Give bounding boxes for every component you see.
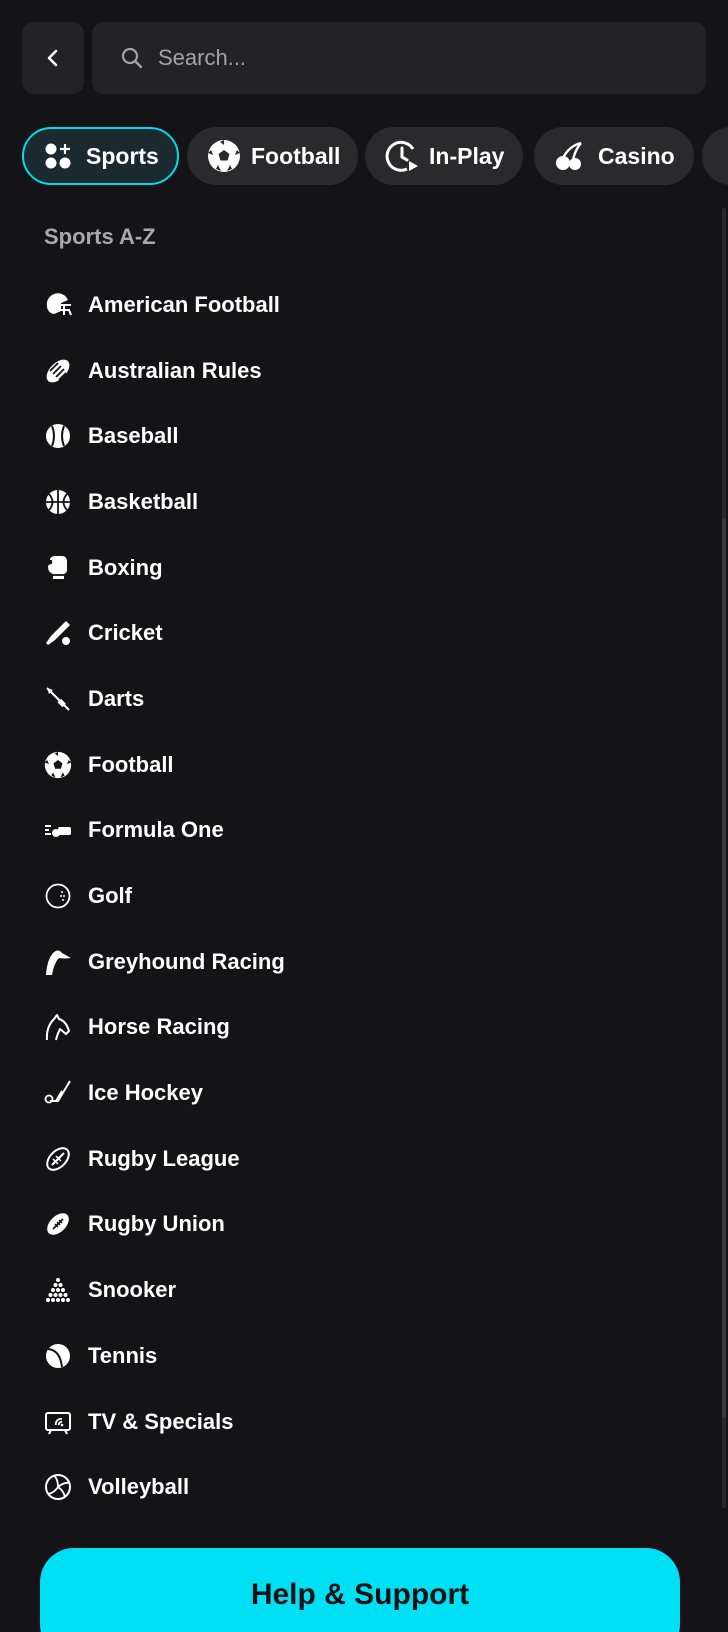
sport-label: Rugby League (88, 1145, 240, 1171)
tab-sports[interactable]: Sports (22, 127, 179, 185)
sport-item-football[interactable]: Football (44, 732, 684, 798)
american-football-helmet-icon (44, 291, 72, 319)
sport-item-basketball[interactable]: Basketball (44, 469, 684, 535)
australian-rules-ball-icon (44, 357, 72, 385)
category-tabs: Sports Football In-Play Casino (22, 127, 728, 185)
sport-item-tennis[interactable]: Tennis (44, 1323, 684, 1389)
baseball-icon (44, 422, 72, 450)
scrollbar[interactable] (722, 208, 726, 1508)
sport-label: Baseball (88, 423, 179, 449)
tab-football[interactable]: Football (187, 127, 358, 185)
greyhound-icon (44, 948, 72, 976)
sport-item-rugby-league[interactable]: Rugby League (44, 1126, 684, 1192)
sport-label: American Football (88, 291, 280, 317)
race-car-icon (44, 816, 72, 844)
sports-plus-icon (42, 139, 76, 173)
snooker-balls-icon (44, 1276, 72, 1304)
boxing-glove-icon (44, 554, 72, 582)
search-input[interactable] (158, 45, 658, 71)
top-bar (22, 22, 706, 94)
football-icon (207, 139, 241, 173)
sport-item-australian-rules[interactable]: Australian Rules (44, 338, 684, 404)
hockey-stick-icon (44, 1079, 72, 1107)
more-tab-icon (722, 139, 728, 173)
tab-more[interactable] (702, 127, 728, 185)
sport-item-horse-racing[interactable]: Horse Racing (44, 995, 684, 1061)
sport-item-ice-hockey[interactable]: Ice Hockey (44, 1060, 684, 1126)
sports-list: American Football Australian Rules Baseb… (44, 272, 684, 1520)
search-box[interactable] (92, 22, 706, 94)
sport-item-american-football[interactable]: American Football (44, 272, 684, 338)
sport-label: TV & Specials (88, 1408, 234, 1434)
sport-label: Golf (88, 883, 132, 909)
chevron-left-icon (47, 49, 58, 67)
sport-label: Volleyball (88, 1474, 190, 1500)
tab-in-play[interactable]: In-Play (365, 127, 523, 185)
tab-label: Football (251, 142, 341, 169)
football-icon (44, 751, 72, 779)
back-button[interactable] (22, 22, 84, 94)
tab-label: Casino (598, 142, 675, 169)
sport-item-baseball[interactable]: Baseball (44, 403, 684, 469)
section-title: Sports A-Z (44, 224, 156, 249)
rugby-ball-icon (44, 1145, 72, 1173)
sport-label: Ice Hockey (88, 1080, 203, 1106)
sport-label: Tennis (88, 1342, 158, 1368)
sport-label: Snooker (88, 1277, 177, 1303)
sport-item-tv-specials[interactable]: TV & Specials (44, 1389, 684, 1455)
horse-head-icon (44, 1013, 72, 1041)
sport-item-boxing[interactable]: Boxing (44, 535, 684, 601)
cherries-icon (554, 139, 588, 173)
sport-label: Horse Racing (88, 1014, 230, 1040)
sport-label: Rugby Union (88, 1211, 225, 1237)
sport-item-golf[interactable]: Golf (44, 863, 684, 929)
sport-item-cricket[interactable]: Cricket (44, 600, 684, 666)
volleyball-icon (44, 1473, 72, 1501)
tab-label: In-Play (429, 142, 505, 169)
tennis-ball-icon (44, 1342, 72, 1370)
rugby-ball-laced-icon (44, 1210, 72, 1238)
sport-label: Australian Rules (88, 357, 262, 383)
scrollbar-thumb[interactable] (722, 518, 726, 1418)
basketball-icon (44, 488, 72, 516)
help-support-button[interactable]: Help & Support (40, 1548, 680, 1632)
golf-ball-icon (44, 882, 72, 910)
tab-label: Sports (86, 142, 159, 169)
help-support-label: Help & Support (250, 1578, 470, 1611)
sport-label: Cricket (88, 620, 163, 646)
sport-label: Darts (88, 685, 145, 711)
tv-icon (44, 1408, 72, 1436)
sport-label: Boxing (88, 554, 163, 580)
sport-item-volleyball[interactable]: Volleyball (44, 1454, 684, 1520)
sport-label: Formula One (88, 817, 224, 843)
sport-label: Football (88, 751, 174, 777)
search-icon (120, 46, 144, 70)
sport-label: Basketball (88, 488, 199, 514)
dart-icon (44, 685, 72, 713)
tab-casino[interactable]: Casino (534, 127, 694, 185)
sport-item-snooker[interactable]: Snooker (44, 1257, 684, 1323)
cricket-bat-icon (44, 619, 72, 647)
sport-label: Greyhound Racing (88, 948, 285, 974)
sport-item-darts[interactable]: Darts (44, 666, 684, 732)
sport-item-greyhound-racing[interactable]: Greyhound Racing (44, 929, 684, 995)
clock-play-icon (385, 139, 419, 173)
sport-item-rugby-union[interactable]: Rugby Union (44, 1192, 684, 1258)
sport-item-formula-one[interactable]: Formula One (44, 798, 684, 864)
